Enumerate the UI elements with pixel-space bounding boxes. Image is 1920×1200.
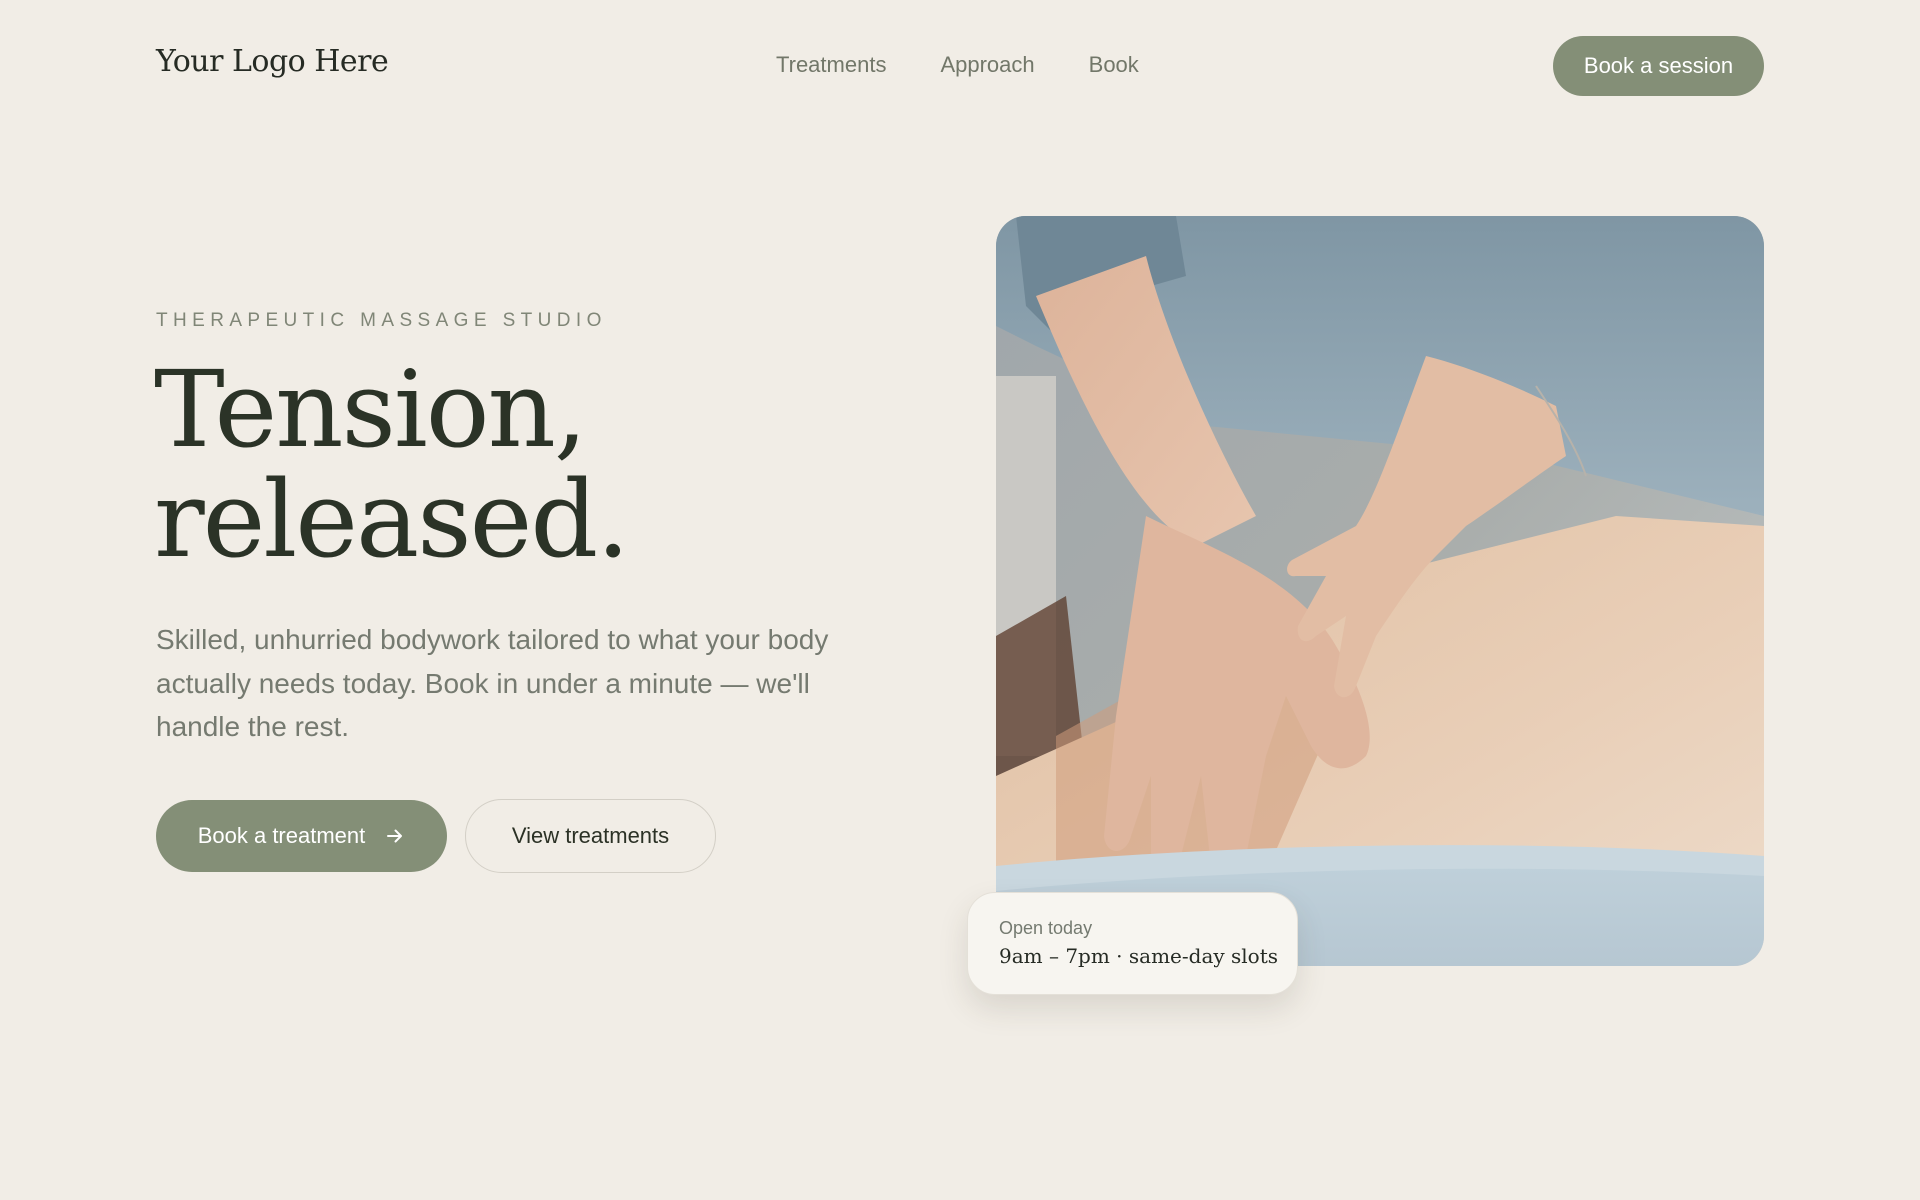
book-treatment-label: Book a treatment bbox=[197, 823, 366, 848]
book-session-button[interactable]: Book a session bbox=[1553, 36, 1764, 96]
hours-label: Open today bbox=[999, 918, 1093, 938]
massage-photo bbox=[996, 216, 1764, 966]
book-treatment-button[interactable]: Book a treatment bbox=[156, 800, 447, 872]
hero-headline-line-2: released. bbox=[154, 458, 630, 581]
hero-headline: Tension, released. bbox=[154, 348, 630, 581]
view-treatments-button[interactable]: View treatments bbox=[465, 799, 716, 873]
nav-link-treatments[interactable]: Treatments bbox=[776, 52, 886, 78]
hero-headline-line-1: Tension, bbox=[154, 348, 588, 471]
hero-eyebrow: THERAPEUTIC MASSAGE STUDIO bbox=[156, 310, 607, 331]
nav-link-approach[interactable]: Approach bbox=[940, 52, 1034, 78]
hero-description: Skilled, unhurried bodywork tailored to … bbox=[156, 624, 829, 742]
hours-value: 9am – 7pm · same-day slots bbox=[999, 944, 1279, 968]
site-header: Your Logo Here Treatments Approach Book … bbox=[0, 0, 1920, 135]
hours-card: Open today 9am – 7pm · same-day slots bbox=[967, 892, 1298, 995]
nav-link-book[interactable]: Book bbox=[1089, 52, 1139, 78]
logo[interactable]: Your Logo Here bbox=[156, 44, 389, 79]
arrow-right-icon bbox=[387, 829, 403, 843]
main-nav: Treatments Approach Book bbox=[776, 52, 1139, 78]
